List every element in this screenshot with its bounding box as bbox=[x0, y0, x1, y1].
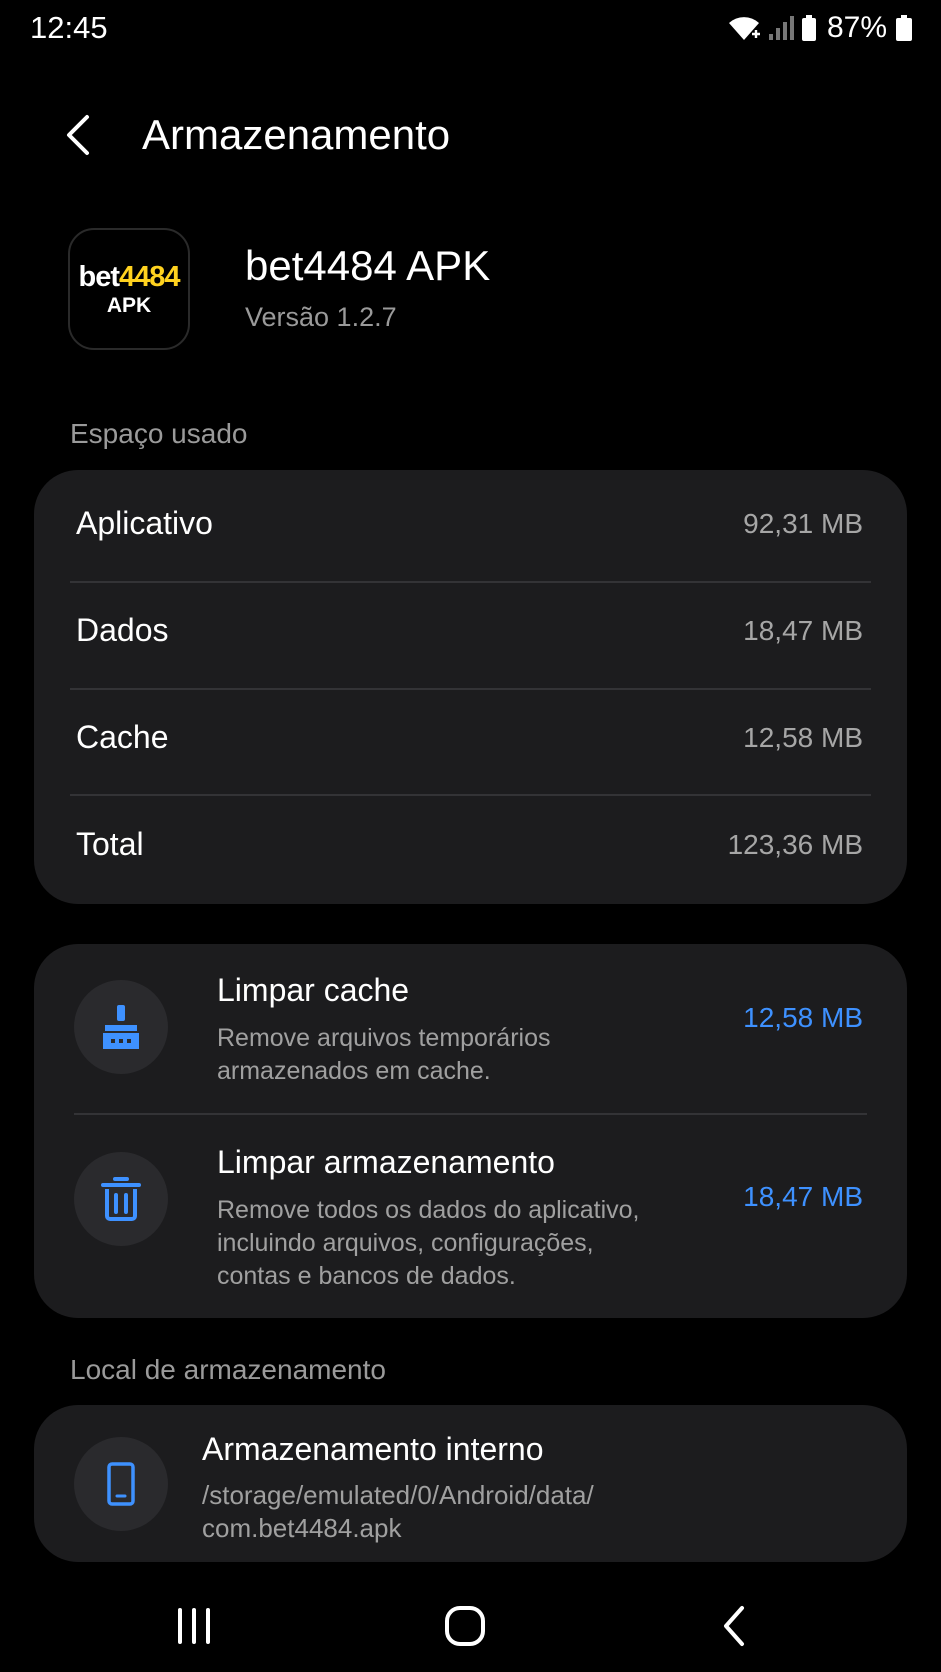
app-info: bet4484 APK bet4484 APK Versão 1.2.7 bbox=[0, 228, 941, 350]
signal-icon bbox=[768, 16, 794, 40]
app-logo-top: bet4484 bbox=[78, 260, 180, 293]
page-title: Armazenamento bbox=[142, 111, 451, 158]
status-icons: 87% bbox=[727, 10, 913, 46]
battery-small-icon bbox=[801, 15, 816, 41]
recents-icon bbox=[178, 1608, 210, 1644]
location-icon-circle bbox=[74, 1437, 168, 1531]
app-icon: bet4484 APK bbox=[68, 228, 190, 350]
internal-storage-item[interactable]: Armazenamento interno /storage/emulated/… bbox=[34, 1405, 907, 1562]
internal-storage-title: Armazenamento interno bbox=[202, 1431, 544, 1467]
app-name: bet4484 APK bbox=[245, 242, 491, 289]
clear-cache-title: Limpar cache bbox=[217, 972, 410, 1008]
internal-storage-path: /storage/emulated/0/Android/data/ com.be… bbox=[202, 1480, 594, 1543]
battery-percent: 87% bbox=[826, 11, 887, 44]
actions-card: Limpar cache Remove arquivos temporários… bbox=[34, 944, 907, 1318]
app-version: Versão 1.2.7 bbox=[245, 302, 397, 332]
clear-storage-button[interactable]: Limpar armazenamento Remove todos os dad… bbox=[34, 1115, 907, 1318]
storage-row-value: 18,47 MB bbox=[743, 614, 863, 646]
status-bar: 12:45 87% bbox=[0, 0, 941, 56]
nav-recents-button[interactable] bbox=[154, 1594, 234, 1658]
storage-card: Aplicativo 92,31 MB Dados 18,47 MB Cache… bbox=[34, 470, 907, 904]
home-icon bbox=[445, 1606, 485, 1646]
back-button[interactable] bbox=[50, 107, 106, 163]
storage-row-label: Total bbox=[76, 826, 144, 862]
storage-row-data: Dados 18,47 MB bbox=[34, 577, 907, 684]
storage-row-app: Aplicativo 92,31 MB bbox=[34, 470, 907, 577]
storage-row-label: Dados bbox=[76, 612, 169, 648]
clear-cache-value: 12,58 MB bbox=[743, 1002, 863, 1033]
storage-row-cache: Cache 12,58 MB bbox=[34, 684, 907, 791]
clear-storage-title: Limpar armazenamento bbox=[217, 1144, 555, 1180]
clear-cache-button[interactable]: Limpar cache Remove arquivos temporários… bbox=[34, 944, 907, 1115]
battery-icon bbox=[896, 15, 912, 41]
chevron-left-icon bbox=[67, 115, 89, 155]
nav-back-button[interactable] bbox=[694, 1594, 774, 1658]
status-time: 12:45 bbox=[30, 10, 108, 45]
broom-icon bbox=[103, 1005, 139, 1049]
phone-icon bbox=[107, 1462, 135, 1506]
storage-row-label: Aplicativo bbox=[76, 505, 213, 541]
storage-row-total: Total 123,36 MB bbox=[34, 791, 907, 898]
space-used-label: Espaço usado bbox=[70, 418, 248, 449]
back-icon bbox=[724, 1606, 744, 1646]
nav-home-button[interactable] bbox=[425, 1594, 505, 1658]
clear-storage-value: 18,47 MB bbox=[743, 1181, 863, 1212]
clear-cache-desc: Remove arquivos temporários armazenados … bbox=[217, 1024, 551, 1085]
storage-row-value: 92,31 MB bbox=[743, 507, 863, 539]
clear-cache-icon-circle bbox=[74, 980, 168, 1074]
storage-row-value: 123,36 MB bbox=[727, 828, 863, 860]
header: Armazenamento bbox=[0, 95, 941, 175]
storage-row-value: 12,58 MB bbox=[743, 721, 863, 753]
storage-location-label: Local de armazenamento bbox=[70, 1354, 386, 1385]
storage-row-label: Cache bbox=[76, 719, 169, 755]
clear-storage-desc: Remove todos os dados do aplicativo, inc… bbox=[217, 1196, 640, 1290]
navigation-bar bbox=[0, 1580, 941, 1672]
trash-icon bbox=[101, 1177, 141, 1221]
clear-storage-icon-circle bbox=[74, 1152, 168, 1246]
wifi-icon bbox=[728, 17, 760, 40]
app-logo-bottom: APK bbox=[106, 293, 152, 317]
